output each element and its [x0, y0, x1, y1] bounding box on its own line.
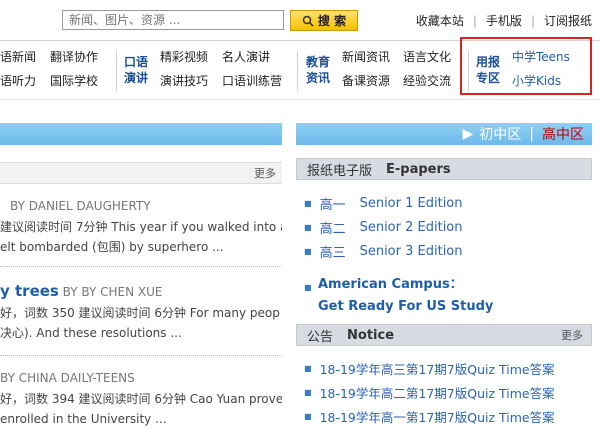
nav-category-line: 教育 — [306, 55, 331, 69]
epaper-header: 报纸电子版 E-papers — [296, 158, 592, 180]
tab-separator: | — [529, 126, 534, 142]
article-item[interactable]: BY DANIEL DAUGHERTY 建议阅读时间 7分钟 This year… — [0, 194, 282, 257]
edition-grade: 高三 — [319, 245, 346, 261]
nav-col: 语言文化 经验交流 — [403, 45, 451, 93]
nav-col: 名人演讲 口语训练营 — [222, 45, 282, 93]
article-divider — [0, 355, 282, 356]
nav-link[interactable]: 翻译协作 — [50, 45, 98, 69]
edition-list: ■ 高一 Senior 1 Edition ■ 高二 Senior 2 Edit… — [304, 191, 463, 263]
nav-col: 精彩视频 演讲技巧 — [160, 45, 208, 93]
edition-item[interactable]: ■ 高一 Senior 1 Edition — [304, 191, 463, 215]
notice-title-cn: 公告 — [307, 329, 334, 345]
nav-link[interactable]: 演讲技巧 — [160, 69, 208, 93]
epaper-title-en: E-papers — [386, 161, 451, 177]
notice-item[interactable]: ■ 18-19学年高二第17期7版Quiz Time答案 — [304, 380, 555, 404]
article-summary: enrolled in the University ... — [0, 412, 167, 426]
divider: | — [530, 13, 535, 28]
mobile-version-link[interactable]: 手机版 — [486, 12, 522, 29]
article-summary: 好，词数 350 建议阅读时间 6分钟 For many peop — [0, 306, 280, 320]
tab-arrow-icon: ▶ — [462, 126, 474, 142]
bullet-icon: ■ — [304, 363, 312, 373]
nav-link[interactable]: 新闻资讯 — [342, 45, 390, 69]
nav-category-education[interactable]: 教育 资讯 — [306, 54, 330, 86]
nav-col: 新闻资讯 备课资源 — [342, 45, 390, 93]
edition-item[interactable]: ■ 高三 Senior 3 Edition — [304, 239, 463, 263]
edition-item[interactable]: ■ 高二 Senior 2 Edition — [304, 215, 463, 239]
nav-category-line: 演讲 — [124, 71, 149, 85]
tab-junior-high[interactable]: 初中区 — [479, 124, 521, 144]
nav-link[interactable]: 语言文化 — [403, 45, 451, 69]
article-summary: elt bombarded (包围) by superhero ... — [0, 240, 224, 254]
edition-grade: 高二 — [319, 221, 346, 237]
nav-link[interactable]: 语新闻 — [0, 45, 36, 69]
divider: | — [472, 13, 477, 28]
nav-col: 语新闻 语听力 — [0, 45, 36, 93]
bullet-icon: ■ — [304, 387, 312, 397]
left-section-bar — [0, 123, 282, 145]
nav-divider — [297, 51, 298, 91]
nav-link[interactable]: 名人演讲 — [222, 45, 282, 69]
nav-link[interactable]: 语听力 — [0, 69, 36, 93]
notice-more-link[interactable]: 更多 — [561, 327, 583, 343]
nav-divider — [116, 51, 117, 91]
edition-name: Senior 1 Edition — [359, 195, 463, 211]
article-summary: 好，词数 394 建议阅读时间 6分钟 Cao Yuan proved he — [0, 392, 282, 406]
search-button-label: 搜 索 — [317, 14, 347, 28]
nav-category-line: 口语 — [124, 55, 149, 69]
top-links: 收藏本站 | 手机版 | 订阅报纸 — [416, 12, 592, 29]
notice-text: 18-19学年高二第17期7版Quiz Time答案 — [319, 385, 555, 401]
nav-col: 翻译协作 国际学校 — [50, 45, 98, 93]
bookmark-site-link[interactable]: 收藏本站 — [416, 12, 464, 29]
nav-category-speech[interactable]: 口语 演讲 — [124, 54, 148, 86]
bullet-icon: ■ — [304, 246, 312, 256]
edition-name: Senior 2 Edition — [359, 219, 463, 235]
bullet-icon: ■ — [304, 411, 312, 421]
bullet-icon: ■ — [304, 222, 312, 232]
notice-list: ■ 18-19学年高三第17期7版Quiz Time答案 ■ 18-19学年高二… — [304, 356, 555, 428]
notice-item[interactable]: ■ 18-19学年高一第17期7版Quiz Time答案 — [304, 404, 555, 428]
nav-link[interactable]: 备课资源 — [342, 69, 390, 93]
article-summary: 建议阅读时间 7分钟 This year if you walked into … — [0, 220, 282, 234]
search-icon — [302, 15, 314, 27]
grade-tabs-bar: ▶ 初中区 | 高中区 — [296, 123, 592, 145]
edition-name: Senior 3 Edition — [359, 243, 463, 259]
highlight-frame — [460, 37, 592, 95]
bullet-icon: ■ — [304, 198, 312, 208]
article-item[interactable]: y trees BY BY CHEN XUE 好，词数 350 建议阅读时间 6… — [0, 280, 282, 343]
epaper-title-cn: 报纸电子版 — [307, 163, 373, 179]
more-link[interactable]: 更多 — [254, 165, 276, 181]
tab-senior-high[interactable]: 高中区 — [542, 124, 584, 144]
nav-link[interactable]: 精彩视频 — [160, 45, 208, 69]
nav-category-line: 资讯 — [306, 71, 331, 85]
article-byline: BY CHINA DAILY-TEENS — [0, 371, 135, 385]
article-byline: BY DANIEL DAUGHERTY — [10, 199, 151, 213]
edition-grade: 高一 — [319, 197, 346, 213]
notice-title-en: Notice — [347, 327, 395, 343]
article-summary: 决心). And these resolutions ... — [0, 326, 182, 340]
bullet-icon: ■ — [304, 282, 312, 292]
search-button[interactable]: 搜 索 — [290, 10, 358, 31]
notice-header: 公告 Notice 更多 — [296, 324, 592, 346]
feature-line: Get Ready For US Study — [318, 299, 494, 314]
nav-link[interactable]: 口语训练营 — [222, 69, 282, 93]
notice-item[interactable]: ■ 18-19学年高三第17期7版Quiz Time答案 — [304, 356, 555, 380]
search-input[interactable] — [62, 10, 284, 30]
nav-link[interactable]: 经验交流 — [403, 69, 451, 93]
american-campus-link[interactable]: American Campus： Get Ready For US Study — [318, 274, 493, 318]
top-bar: 搜 索 收藏本站 | 手机版 | 订阅报纸 — [0, 0, 600, 41]
notice-text: 18-19学年高一第17期7版Quiz Time答案 — [319, 409, 555, 425]
left-section-header: 更多 — [0, 162, 282, 184]
article-divider — [0, 266, 282, 267]
article-byline: BY BY CHEN XUE — [62, 285, 163, 299]
subscribe-link[interactable]: 订阅报纸 — [544, 12, 592, 29]
nav-link[interactable]: 国际学校 — [50, 69, 98, 93]
notice-text: 18-19学年高三第17期7版Quiz Time答案 — [319, 361, 555, 377]
article-title[interactable]: y trees — [0, 282, 59, 300]
feature-line: American Campus： — [318, 277, 463, 292]
